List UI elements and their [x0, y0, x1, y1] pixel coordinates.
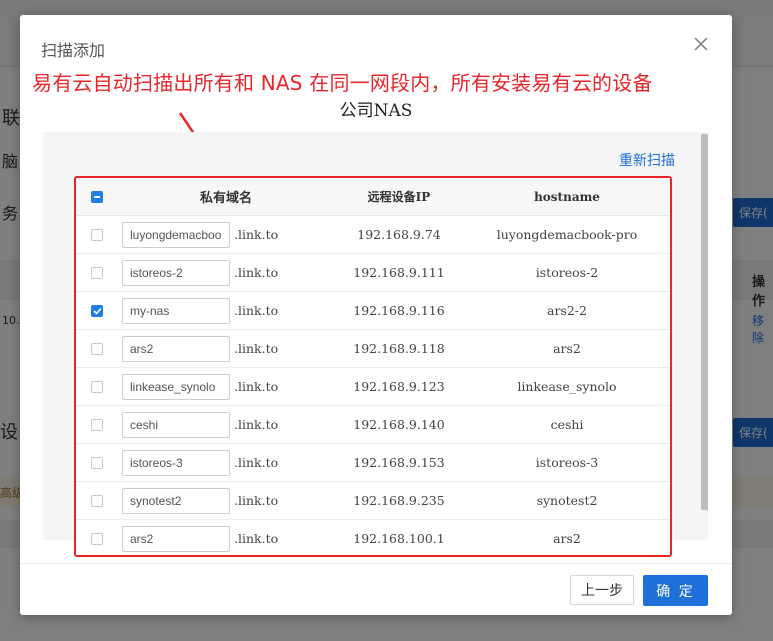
- table-row: istoreos-3 .link.to 192.168.9.153 istoreos-…: [76, 444, 670, 482]
- table-row: my-nas .link.to 192.168.9.116 ars2-2: [76, 292, 670, 330]
- domain-input[interactable]: my-nas: [122, 297, 230, 324]
- row-hostname: ars2-2: [547, 303, 587, 318]
- table-row: ars2 .link.to 192.168.9.118 ars2: [76, 330, 670, 368]
- row-checkbox[interactable]: [91, 304, 103, 317]
- footer-divider: [20, 563, 732, 564]
- domain-input[interactable]: linkease_synolo: [122, 373, 230, 400]
- domain-suffix: .link.to: [234, 455, 279, 470]
- table-row: synotest2 .link.to 192.168.9.235 synotest2: [76, 482, 670, 520]
- check-icon: [92, 307, 102, 315]
- annotation-text: 易有云自动扫描出所有和 NAS 在同一网段内，所有安装易有云的设备: [32, 71, 653, 95]
- table-header: 私有域名 远程设备IP hostname: [76, 178, 670, 216]
- scan-add-dialog: 扫描添加 易有云自动扫描出所有和 NAS 在同一网段内，所有安装易有云的设备 公…: [20, 15, 732, 615]
- rescan-button[interactable]: 重新扫描: [619, 150, 675, 170]
- row-ip: 192.168.100.1: [353, 531, 445, 546]
- domain-suffix: .link.to: [234, 417, 279, 432]
- row-hostname: synotest2: [536, 493, 598, 508]
- row-hostname: istoreos-3: [535, 455, 599, 470]
- row-hostname: ceshi: [550, 417, 584, 432]
- row-checkbox[interactable]: [91, 266, 103, 279]
- confirm-button[interactable]: 确 定: [643, 575, 708, 606]
- domain-suffix: .link.to: [234, 379, 279, 394]
- row-checkbox[interactable]: [91, 418, 103, 431]
- row-hostname: luyongdemacbook-pro: [496, 227, 638, 242]
- domain-input[interactable]: ceshi: [122, 411, 230, 438]
- previous-step-button[interactable]: 上一步: [570, 575, 634, 605]
- table-row: ceshi .link.to 192.168.9.140 ceshi: [76, 406, 670, 444]
- row-ip: 192.168.9.111: [353, 265, 445, 280]
- domain-input[interactable]: istoreos-2: [122, 259, 230, 286]
- row-checkbox[interactable]: [91, 342, 103, 355]
- domain-suffix: .link.to: [234, 303, 279, 318]
- domain-input[interactable]: ars2: [122, 335, 230, 362]
- domain-input[interactable]: luyongdemacboo: [122, 221, 230, 248]
- row-ip: 192.168.9.153: [353, 455, 445, 470]
- column-header-hostname: hostname: [534, 189, 600, 204]
- row-ip: 192.168.9.116: [353, 303, 445, 318]
- row-checkbox[interactable]: [91, 228, 103, 241]
- row-hostname: ars2: [553, 341, 581, 356]
- row-checkbox[interactable]: [91, 456, 103, 469]
- domain-suffix: .link.to: [234, 227, 279, 242]
- domain-suffix: .link.to: [234, 493, 279, 508]
- table-row: ars2 .link.to 192.168.100.1 ars2: [76, 520, 670, 555]
- row-ip: 192.168.9.140: [353, 417, 445, 432]
- column-header-ip: 远程设备IP: [367, 190, 431, 204]
- table-row: istoreos-2 .link.to 192.168.9.111 istoreos-…: [76, 254, 670, 292]
- dialog-title: 扫描添加: [41, 41, 106, 60]
- domain-suffix: .link.to: [234, 531, 279, 546]
- domain-suffix: .link.to: [234, 341, 279, 356]
- row-hostname: istoreos-2: [535, 265, 599, 280]
- domain-input[interactable]: istoreos-3: [122, 449, 230, 476]
- close-icon[interactable]: [692, 35, 710, 53]
- row-checkbox[interactable]: [91, 380, 103, 393]
- row-checkbox[interactable]: [91, 532, 103, 545]
- domain-input[interactable]: synotest2: [122, 487, 230, 514]
- device-table: 私有域名 远程设备IP hostname luyongdemacboo .link…: [74, 176, 672, 557]
- table-row: luyongdemacboo .link.to 192.168.9.74 luyong…: [76, 216, 670, 254]
- select-all-checkbox[interactable]: [91, 190, 103, 203]
- domain-input[interactable]: ars2: [122, 525, 230, 552]
- row-ip: 192.168.9.123: [353, 379, 445, 394]
- row-checkbox[interactable]: [91, 494, 103, 507]
- row-hostname: ars2: [553, 531, 581, 546]
- row-hostname: linkease_synolo: [517, 379, 617, 394]
- domain-suffix: .link.to: [234, 265, 279, 280]
- table-row: linkease_synolo .link.to 192.168.9.123 link…: [76, 368, 670, 406]
- row-ip: 192.168.9.74: [357, 227, 441, 242]
- panel-scrollbar[interactable]: [701, 134, 708, 510]
- device-name: 公司NAS: [339, 101, 413, 121]
- row-ip: 192.168.9.235: [353, 493, 445, 508]
- column-header-domain: 私有域名: [199, 191, 252, 206]
- row-ip: 192.168.9.118: [353, 341, 445, 356]
